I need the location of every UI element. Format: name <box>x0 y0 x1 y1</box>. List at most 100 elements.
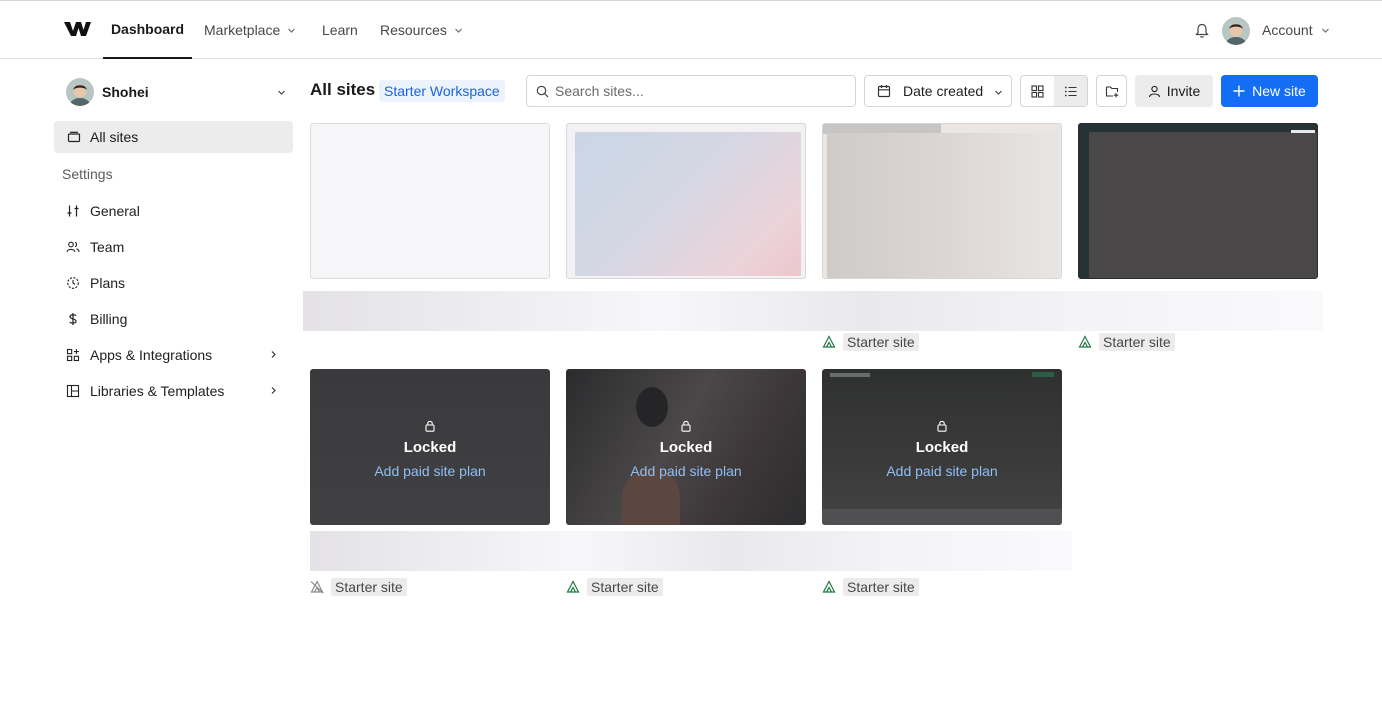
search-box[interactable] <box>526 75 856 107</box>
site-thumbnail[interactable] <box>310 123 550 279</box>
sort-label: Date created <box>903 83 984 99</box>
add-paid-plan-link[interactable]: Add paid site plan <box>374 463 485 479</box>
site-preview <box>575 132 801 276</box>
sidebar-item-general[interactable]: General <box>66 200 282 222</box>
site-thumbnail[interactable] <box>566 123 806 279</box>
sites-icon <box>67 131 81 143</box>
grid-view-button[interactable] <box>1021 76 1054 106</box>
account-label: Account <box>1262 22 1313 38</box>
chevron-right-icon <box>271 351 276 358</box>
apps-icon <box>66 348 80 362</box>
sidebar-item-label: Libraries & Templates <box>90 383 225 399</box>
list-icon <box>1064 86 1077 96</box>
site-plan-tag: Starter site <box>822 333 919 351</box>
workspace-switcher[interactable]: Shohei <box>66 78 292 106</box>
bell-icon[interactable] <box>1195 23 1209 39</box>
page-title: All sites <box>310 80 376 99</box>
invite-label: Invite <box>1166 83 1201 99</box>
site-plan-label: Starter site <box>331 578 407 596</box>
chevron-down-icon <box>278 90 285 95</box>
add-paid-plan-link[interactable]: Add paid site plan <box>630 463 741 479</box>
account-menu[interactable]: Account <box>1262 1 1330 59</box>
chevron-right-icon <box>271 387 276 394</box>
site-plan-tag: Starter site <box>310 578 407 596</box>
sidebar-item-label: All sites <box>90 129 139 145</box>
lock-icon <box>681 420 691 432</box>
loading-placeholder <box>303 291 1323 331</box>
invite-button[interactable]: Invite <box>1135 75 1213 107</box>
site-plan-label: Starter site <box>843 578 919 596</box>
chevron-down-icon <box>454 28 462 33</box>
site-plan-label: Starter site <box>587 578 663 596</box>
site-plan-label: Starter site <box>843 333 919 351</box>
starter-site-icon <box>1078 335 1092 348</box>
team-icon <box>66 241 80 253</box>
grid-icon <box>1031 84 1044 98</box>
sidebar-item-all-sites[interactable]: All sites <box>54 121 293 153</box>
new-site-button[interactable]: New site <box>1221 75 1318 107</box>
sidebar-item-label: Apps & Integrations <box>90 347 213 363</box>
search-icon <box>536 85 549 97</box>
chevron-down-icon <box>1321 28 1329 33</box>
locked-title: Locked <box>403 438 457 456</box>
sort-select[interactable]: Date created <box>864 75 1012 107</box>
nav-marketplace-label: Marketplace <box>204 22 281 38</box>
locked-site-card[interactable]: Locked Add paid site plan <box>566 369 806 525</box>
site-preview <box>827 133 1059 278</box>
nav-resources[interactable]: Resources <box>380 1 463 59</box>
starter-site-icon <box>822 580 836 593</box>
webflow-logo-icon[interactable] <box>64 20 91 38</box>
lock-icon <box>937 420 947 432</box>
starter-site-icon <box>566 580 580 593</box>
dollar-icon <box>69 313 77 325</box>
sidebar-item-label: Billing <box>90 311 128 327</box>
site-thumbnail[interactable] <box>1078 123 1318 279</box>
view-toggle <box>1020 75 1088 107</box>
calendar-icon <box>877 85 891 98</box>
chevron-down-icon <box>288 28 296 33</box>
starter-site-disabled-icon <box>310 580 324 594</box>
workspace-avatar <box>66 78 94 106</box>
locked-site-card[interactable]: Locked Add paid site plan <box>310 369 550 525</box>
sidebar-item-apps-integrations[interactable]: Apps & Integrations <box>66 344 282 366</box>
site-preview <box>1089 132 1317 278</box>
sidebar-item-plans[interactable]: Plans <box>66 272 282 294</box>
workspace-plan-badge: Starter Workspace <box>379 80 505 102</box>
chevron-down-icon <box>995 90 1002 95</box>
top-navigation: Dashboard Marketplace Learn Resources Ac… <box>0 0 1382 59</box>
sidebar-item-team[interactable]: Team <box>66 236 282 258</box>
workspace-name: Shohei <box>102 84 149 100</box>
nav-dashboard-label: Dashboard <box>110 21 185 37</box>
sliders-icon <box>67 205 79 217</box>
site-plan-tag: Starter site <box>566 578 663 596</box>
site-plan-tag: Starter site <box>822 578 919 596</box>
locked-title: Locked <box>915 438 969 456</box>
sidebar-item-label: General <box>90 203 140 219</box>
user-avatar[interactable] <box>1222 17 1250 45</box>
nav-learn[interactable]: Learn <box>322 1 358 59</box>
new-site-label: New site <box>1252 83 1306 99</box>
site-thumbnail[interactable] <box>822 123 1062 279</box>
locked-title: Locked <box>659 438 713 456</box>
folder-add-icon <box>1105 86 1118 98</box>
loading-placeholder <box>310 531 1072 571</box>
sidebar-item-billing[interactable]: Billing <box>66 308 282 330</box>
settings-heading: Settings <box>62 166 113 182</box>
sidebar-item-libraries-templates[interactable]: Libraries & Templates <box>66 380 282 402</box>
nav-learn-label: Learn <box>322 22 358 38</box>
search-input[interactable] <box>555 83 845 99</box>
starter-site-icon <box>822 335 836 348</box>
lock-icon <box>425 420 435 432</box>
site-plan-label: Starter site <box>1099 333 1175 351</box>
nav-marketplace[interactable]: Marketplace <box>204 1 296 59</box>
list-view-button[interactable] <box>1054 76 1087 106</box>
locked-site-card[interactable]: Locked Add paid site plan <box>822 369 1062 525</box>
nav-resources-label: Resources <box>380 22 447 38</box>
site-plan-tag: Starter site <box>1078 333 1175 351</box>
plans-icon <box>67 277 79 289</box>
plus-icon <box>1233 85 1245 97</box>
sidebar-item-label: Plans <box>90 275 126 291</box>
new-folder-button[interactable] <box>1096 75 1127 107</box>
add-paid-plan-link[interactable]: Add paid site plan <box>886 463 997 479</box>
nav-dashboard[interactable]: Dashboard <box>103 1 192 59</box>
